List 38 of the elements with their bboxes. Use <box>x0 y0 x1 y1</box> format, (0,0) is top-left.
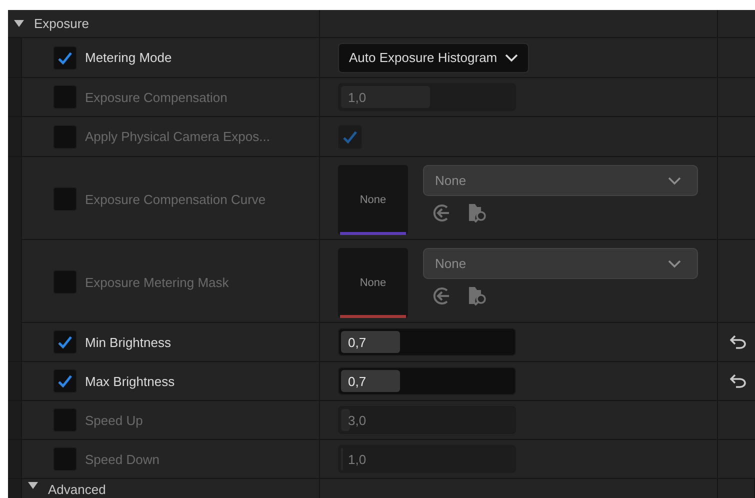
number-field[interactable]: 0,7 <box>338 367 516 395</box>
number-field[interactable]: 3,0 <box>338 406 516 434</box>
asset-thumbnail[interactable]: None <box>338 165 408 235</box>
number-field[interactable]: 0,7 <box>338 328 516 356</box>
number-field[interactable]: 1,0 <box>338 83 516 111</box>
collapse-arrow-icon[interactable] <box>14 20 24 27</box>
checkmark-icon <box>57 50 73 64</box>
property-label: Exposure Metering Mask <box>85 274 229 290</box>
property-label: Speed Up <box>85 412 143 428</box>
property-label: Apply Physical Camera Expos... <box>85 129 270 144</box>
property-label: Min Brightness <box>85 334 171 350</box>
chevron-down-icon <box>505 54 518 62</box>
property-label: Metering Mode <box>85 50 172 65</box>
reset-icon[interactable] <box>730 374 746 388</box>
checkmark-icon <box>342 130 358 144</box>
property-label: Exposure Compensation <box>85 90 228 104</box>
chevron-down-icon <box>668 176 681 184</box>
number-field[interactable]: 1,0 <box>338 445 516 473</box>
section-title: Exposure <box>34 16 89 31</box>
chevron-down-icon <box>668 260 681 268</box>
collapse-arrow-icon[interactable] <box>28 482 38 489</box>
asset-thumbnail[interactable]: None <box>338 248 408 318</box>
property-label: Speed Down <box>85 452 160 466</box>
value-checkbox[interactable] <box>338 124 362 148</box>
override-checkbox[interactable] <box>53 46 77 70</box>
asset-dropdown[interactable]: None <box>423 165 698 196</box>
browse-icon[interactable] <box>467 285 489 307</box>
property-label: Max Brightness <box>85 374 175 388</box>
section-title: Advanced <box>48 482 106 497</box>
override-checkbox[interactable] <box>53 330 77 354</box>
asset-dropdown[interactable]: None <box>423 248 698 279</box>
reset-icon[interactable] <box>730 335 746 349</box>
browse-icon[interactable] <box>467 202 489 224</box>
checkmark-icon <box>57 374 73 388</box>
override-checkbox[interactable] <box>53 369 77 393</box>
checkmark-icon <box>57 335 73 349</box>
property-label: Exposure Compensation Curve <box>85 192 266 206</box>
dropdown[interactable]: Auto Exposure Histogram <box>338 42 530 72</box>
